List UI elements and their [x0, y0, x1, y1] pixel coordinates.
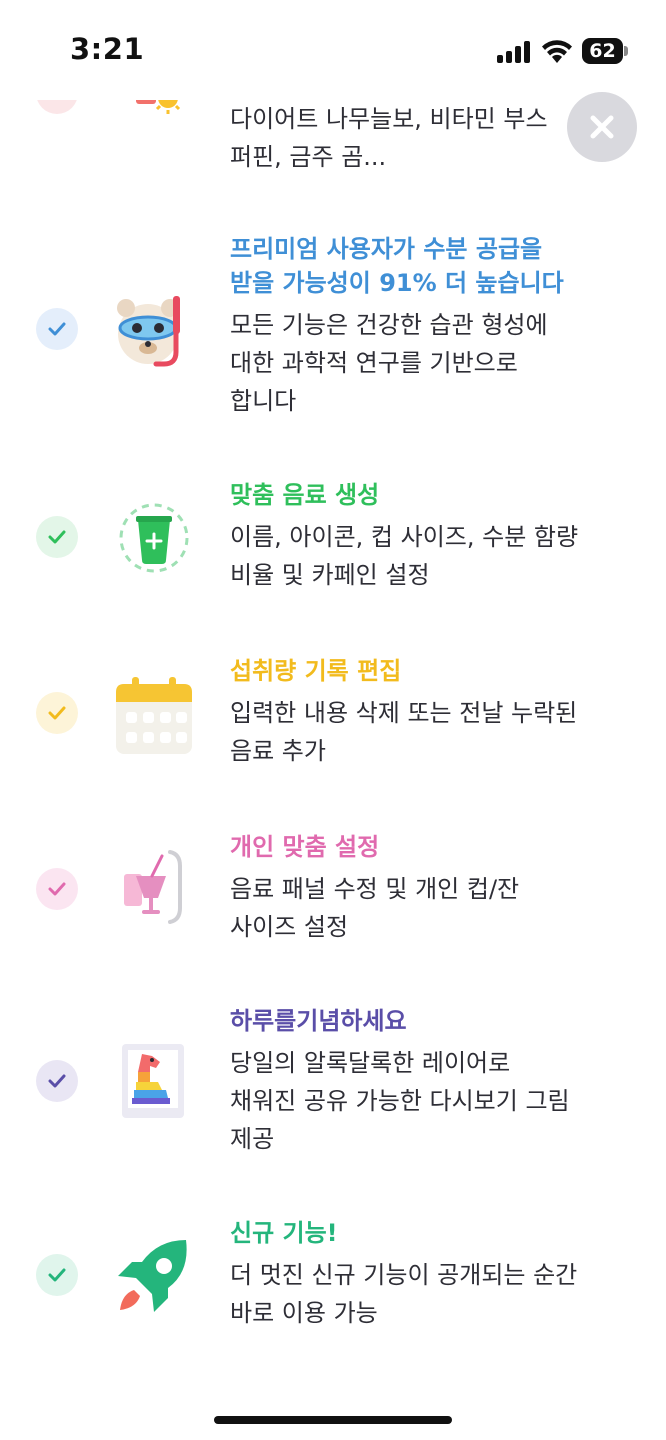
feature-desc-line: 채워진 공유 가능한 다시보기 그림 — [230, 1087, 570, 1115]
status-bar: 3:21 62 — [0, 0, 666, 100]
wifi-icon — [541, 38, 573, 64]
status-time: 3:21 — [70, 32, 145, 66]
feature-title-line: 개인 맞춤 설정 — [230, 833, 380, 861]
feature-title: 하루를기념하세요 — [230, 1004, 630, 1038]
feature-desc-line: 합니다 — [230, 387, 297, 415]
feature-title: 신규 기능! — [230, 1216, 630, 1250]
check-icon — [36, 868, 78, 910]
milkshake-icon — [124, 850, 182, 924]
battery-level: 62 — [589, 40, 616, 62]
feature-desc-line: 비율 및 카페인 설정 — [230, 561, 430, 589]
feature-title-line: 받을 가능성이 91% 더 높습니다 — [230, 269, 564, 297]
feature-desc-line: 음료 추가 — [230, 737, 326, 765]
home-indicator[interactable] — [214, 1416, 452, 1424]
feature-description: 당일의 알록달록한 레이어로 채워진 공유 가능한 다시보기 그림 제공 — [230, 1044, 630, 1158]
feature-description: 이름, 아이콘, 컵 사이즈, 수분 함량 비율 및 카페인 설정 — [230, 518, 630, 594]
feature-title-line: 프리미엄 사용자가 수분 공급을 — [230, 235, 543, 263]
check-icon — [36, 1254, 78, 1296]
feature-desc-line: 바로 이용 가능 — [230, 1299, 378, 1327]
custom-drink-cup-icon — [119, 503, 189, 573]
feature-description: 입력한 내용 삭제 또는 전날 누락된 음료 추가 — [230, 694, 630, 770]
rocket-icon — [118, 1240, 187, 1312]
feature-title-line: 신규 기능! — [230, 1219, 338, 1247]
feature-description: 더 멋진 신규 기능이 공개되는 순간 바로 이용 가능 — [230, 1256, 630, 1332]
feature-title-line: 맞춤 음료 생성 — [230, 481, 380, 509]
close-icon — [590, 115, 614, 139]
feature-desc-line: 이름, 아이콘, 컵 사이즈, 수분 함량 — [230, 523, 579, 551]
partial-desc-line: 퍼핀, 금주 곰... — [230, 143, 387, 171]
close-button[interactable] — [567, 92, 637, 162]
feature-desc-line: 당일의 알록달록한 레이어로 — [230, 1049, 511, 1077]
partial-desc-line: 다이어트 나무늘보, 비타민 부스 — [230, 105, 548, 133]
feature-title: 프리미엄 사용자가 수분 공급을 받을 가능성이 91% 더 높습니다 — [230, 232, 630, 300]
feature-desc-line: 대한 과학적 연구를 기반으로 — [230, 349, 518, 377]
calendar-icon — [116, 677, 192, 754]
feature-description: 모든 기능은 건강한 습관 형성에 대한 과학적 연구를 기반으로 합니다 — [230, 306, 630, 420]
check-icon — [36, 1060, 78, 1102]
feature-title: 개인 맞춤 설정 — [230, 830, 630, 864]
feature-desc-line: 음료 패널 수정 및 개인 컵/잔 — [230, 875, 520, 903]
feature-title: 맞춤 음료 생성 — [230, 478, 630, 512]
colorful-llama-picture-icon — [122, 1044, 184, 1118]
feature-description: 음료 패널 수정 및 개인 컵/잔 사이즈 설정 — [230, 870, 630, 946]
feature-desc-line: 제공 — [230, 1125, 275, 1153]
check-icon — [36, 692, 78, 734]
check-icon — [36, 516, 78, 558]
check-icon — [36, 308, 78, 350]
cellular-signal-icon — [497, 41, 533, 63]
feature-title-line: 섭취량 기록 편집 — [230, 657, 402, 685]
feature-desc-line: 더 멋진 신규 기능이 공개되는 순간 — [230, 1261, 578, 1289]
battery-icon: 62 — [582, 38, 628, 64]
feature-desc-line: 입력한 내용 삭제 또는 전날 누락된 — [230, 699, 578, 727]
feature-desc-line: 모든 기능은 건강한 습관 형성에 — [230, 311, 548, 339]
feature-desc-line: 사이즈 설정 — [230, 913, 349, 941]
feature-title: 섭취량 기록 편집 — [230, 654, 630, 688]
feature-title-line: 하루를기념하세요 — [230, 1007, 407, 1035]
snorkel-dog-icon — [117, 296, 180, 367]
